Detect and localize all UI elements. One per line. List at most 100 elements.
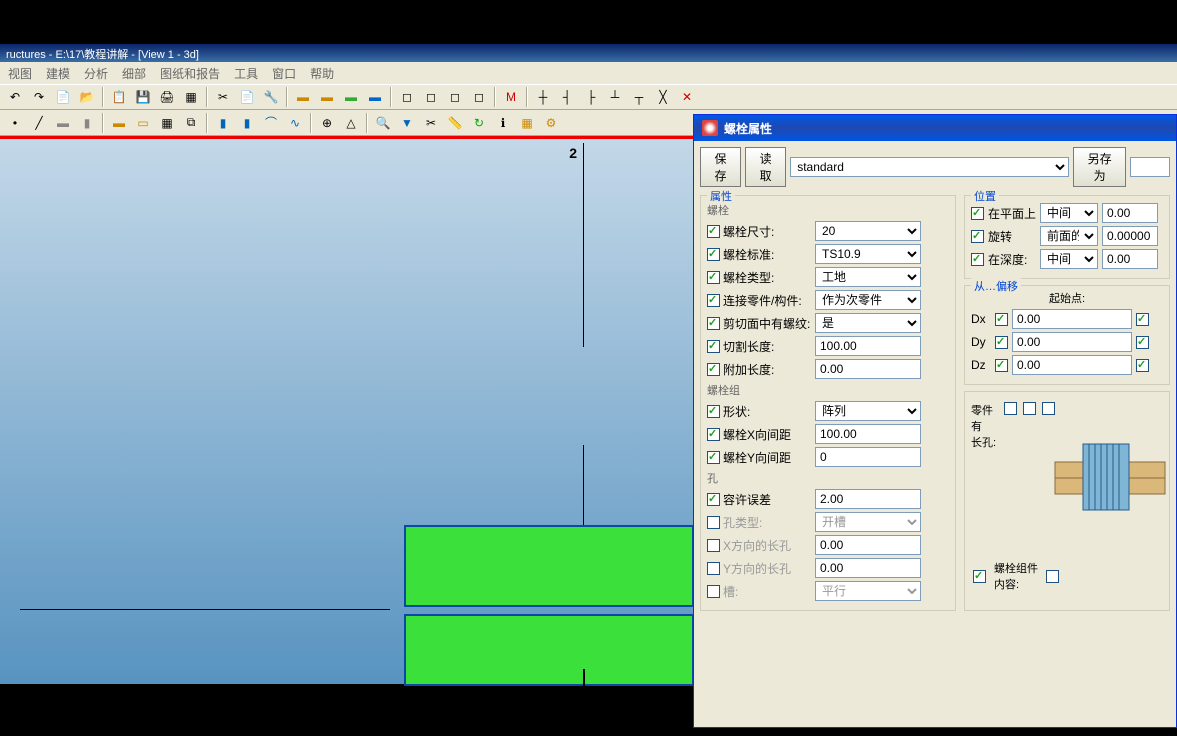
catalog-icon[interactable]: ▦ bbox=[516, 112, 538, 134]
onplane-select[interactable]: 中间 bbox=[1040, 203, 1098, 223]
macro-icon[interactable]: M bbox=[500, 86, 522, 108]
mesh-icon[interactable]: ⧉ bbox=[180, 112, 202, 134]
check-icon[interactable] bbox=[707, 516, 720, 529]
view1-icon[interactable]: ▬ bbox=[292, 86, 314, 108]
preset-select[interactable]: standard bbox=[790, 157, 1069, 177]
menu-detail[interactable]: 细部 bbox=[122, 65, 146, 82]
snap1-icon[interactable]: ┼ bbox=[532, 86, 554, 108]
check-icon[interactable] bbox=[707, 493, 720, 506]
dx-input[interactable] bbox=[1012, 309, 1132, 329]
menu-analyze[interactable]: 分析 bbox=[84, 65, 108, 82]
refresh-icon[interactable]: ↻ bbox=[468, 112, 490, 134]
check-icon[interactable] bbox=[971, 253, 984, 266]
snap4-icon[interactable]: ┴ bbox=[604, 86, 626, 108]
check-icon[interactable] bbox=[995, 336, 1008, 349]
check-icon[interactable] bbox=[707, 539, 720, 552]
line-icon[interactable]: ╱ bbox=[28, 112, 50, 134]
open-icon[interactable]: 📂 bbox=[76, 86, 98, 108]
dialog-titlebar[interactable]: 螺栓属性 bbox=[694, 115, 1176, 141]
find-icon[interactable]: 🔍 bbox=[372, 112, 394, 134]
check-icon[interactable] bbox=[1042, 402, 1055, 415]
3d-viewport[interactable]: 2 bbox=[0, 136, 693, 684]
onplane-input[interactable] bbox=[1102, 203, 1158, 223]
menu-model[interactable]: 建模 bbox=[46, 65, 70, 82]
menu-view[interactable]: 视图 bbox=[8, 65, 32, 82]
view2-icon[interactable]: ▬ bbox=[316, 86, 338, 108]
prof2-icon[interactable]: ▮ bbox=[236, 112, 258, 134]
check-icon[interactable] bbox=[707, 585, 720, 598]
component-icon[interactable]: ⚙ bbox=[540, 112, 562, 134]
menu-drawings[interactable]: 图纸和报告 bbox=[160, 65, 220, 82]
bolt-type-select[interactable]: 工地 bbox=[815, 267, 921, 287]
check-icon[interactable] bbox=[707, 248, 720, 261]
check-icon[interactable] bbox=[995, 313, 1008, 326]
thread-select[interactable]: 是 bbox=[815, 313, 921, 333]
check-icon[interactable] bbox=[707, 340, 720, 353]
snap3-icon[interactable]: ├ bbox=[580, 86, 602, 108]
save-icon[interactable]: 💾 bbox=[132, 86, 154, 108]
column-icon[interactable]: ▮ bbox=[76, 112, 98, 134]
check-icon[interactable] bbox=[995, 359, 1008, 372]
measure-icon[interactable]: 📏 bbox=[444, 112, 466, 134]
rotate-input[interactable] bbox=[1102, 226, 1158, 246]
point-icon[interactable]: • bbox=[4, 112, 26, 134]
menu-window[interactable]: 窗口 bbox=[272, 65, 296, 82]
bolt-size-select[interactable]: 20 bbox=[815, 221, 921, 241]
check-icon[interactable] bbox=[1046, 570, 1059, 583]
weld-icon[interactable]: △ bbox=[340, 112, 362, 134]
check-icon[interactable] bbox=[707, 363, 720, 376]
tol-input[interactable] bbox=[815, 489, 921, 509]
beam-icon[interactable]: ▬ bbox=[52, 112, 74, 134]
info-icon[interactable]: ℹ bbox=[492, 112, 514, 134]
print-icon[interactable]: 🖨 bbox=[156, 86, 178, 108]
model-part[interactable] bbox=[404, 614, 694, 686]
rotate-select[interactable]: 前面的 bbox=[1040, 226, 1098, 246]
save-button[interactable]: 保存 bbox=[700, 147, 741, 187]
curve-icon[interactable]: ∿ bbox=[284, 112, 306, 134]
check-icon[interactable] bbox=[971, 230, 984, 243]
depth-input[interactable] bbox=[1102, 249, 1158, 269]
redo-icon[interactable]: ↷ bbox=[28, 86, 50, 108]
check-icon[interactable] bbox=[1136, 336, 1149, 349]
load-button[interactable]: 读取 bbox=[745, 147, 786, 187]
cutlen-input[interactable] bbox=[815, 336, 921, 356]
check-icon[interactable] bbox=[707, 428, 720, 441]
addlen-input[interactable] bbox=[815, 359, 921, 379]
xdist-input[interactable] bbox=[815, 424, 921, 444]
menu-tools[interactable]: 工具 bbox=[234, 65, 258, 82]
wall-icon[interactable]: ▦ bbox=[156, 112, 178, 134]
undo-icon[interactable]: ↶ bbox=[4, 86, 26, 108]
check-icon[interactable] bbox=[707, 317, 720, 330]
check-icon[interactable] bbox=[973, 570, 986, 583]
snap2-icon[interactable]: ┤ bbox=[556, 86, 578, 108]
panel-icon[interactable]: ▭ bbox=[132, 112, 154, 134]
snap6-icon[interactable]: ╳ bbox=[652, 86, 674, 108]
saveas-input[interactable] bbox=[1130, 157, 1170, 177]
ydist-input[interactable] bbox=[815, 447, 921, 467]
copy-icon[interactable]: 📋 bbox=[108, 86, 130, 108]
snap5-icon[interactable]: ┬ bbox=[628, 86, 650, 108]
menu-help[interactable]: 帮助 bbox=[310, 65, 334, 82]
view3-icon[interactable]: ▬ bbox=[340, 86, 362, 108]
saveas-button[interactable]: 另存为 bbox=[1073, 147, 1126, 187]
bolt-icon[interactable]: ⊕ bbox=[316, 112, 338, 134]
check-icon[interactable] bbox=[1136, 359, 1149, 372]
arc-icon[interactable]: ⌒ bbox=[260, 112, 282, 134]
plate-icon[interactable]: ▬ bbox=[108, 112, 130, 134]
clip-icon[interactable]: ✂ bbox=[420, 112, 442, 134]
depth-select[interactable]: 中间 bbox=[1040, 249, 1098, 269]
check-icon[interactable] bbox=[1136, 313, 1149, 326]
prof1-icon[interactable]: ▮ bbox=[212, 112, 234, 134]
paste-icon[interactable]: 📄 bbox=[236, 86, 258, 108]
connect-select[interactable]: 作为次零件 bbox=[815, 290, 921, 310]
check-icon[interactable] bbox=[1023, 402, 1036, 415]
model-part[interactable] bbox=[404, 525, 694, 607]
cut-icon[interactable]: ✂ bbox=[212, 86, 234, 108]
shape2-icon[interactable]: ◻ bbox=[420, 86, 442, 108]
shape-select[interactable]: 阵列 bbox=[815, 401, 921, 421]
filter-icon[interactable]: ▼ bbox=[396, 112, 418, 134]
dy-input[interactable] bbox=[1012, 332, 1132, 352]
check-icon[interactable] bbox=[707, 451, 720, 464]
shape1-icon[interactable]: ◻ bbox=[396, 86, 418, 108]
check-icon[interactable] bbox=[707, 405, 720, 418]
